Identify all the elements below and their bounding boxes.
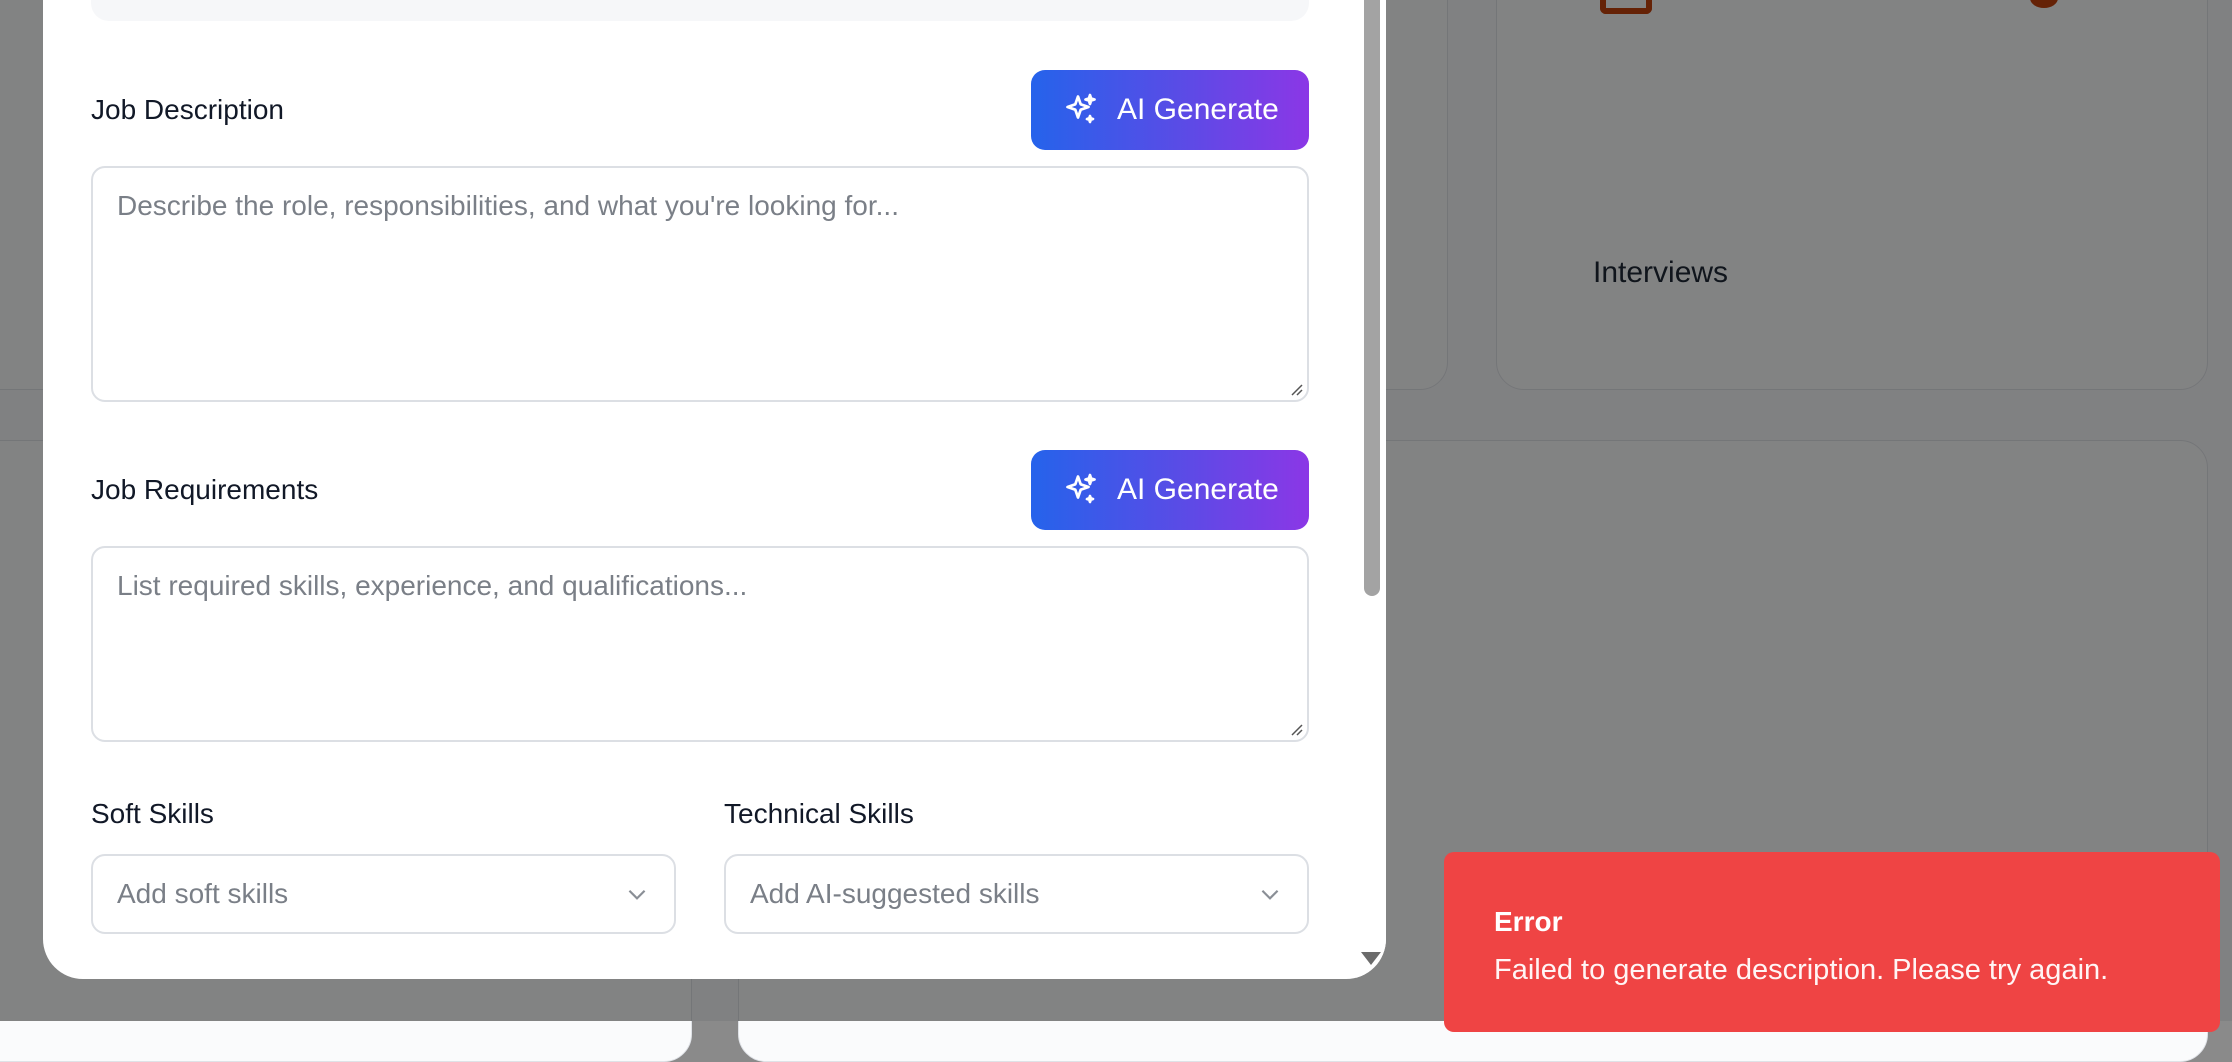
sparkles-icon (1066, 473, 1096, 504)
job-requirements-textarea[interactable]: List required skills, experience, and qu… (91, 546, 1309, 742)
scrollbar-thumb[interactable] (1364, 0, 1380, 596)
modal-scrollbar[interactable] (1356, 0, 1386, 979)
technical-skills-placeholder: Add AI-suggested skills (750, 878, 1040, 909)
technical-skills-select[interactable]: Add AI-suggested skills (724, 854, 1309, 934)
ai-generate-label: AI Generate (1117, 93, 1279, 126)
soft-skills-select[interactable]: Add soft skills (91, 854, 676, 934)
scroll-down-arrow-icon[interactable] (1361, 952, 1381, 965)
ai-generate-label: AI Generate (1117, 473, 1279, 506)
job-description-label: Job Description (91, 94, 284, 125)
error-toast: Error Failed to generate description. Pl… (1444, 852, 2220, 1032)
chevron-down-icon (1261, 889, 1279, 900)
resize-grip-icon[interactable] (1287, 720, 1303, 736)
job-description-placeholder: Describe the role, responsibilities, and… (117, 190, 899, 221)
resize-grip-icon[interactable] (1287, 380, 1303, 396)
job-requirements-placeholder: List required skills, experience, and qu… (117, 570, 748, 601)
sparkles-icon (1066, 93, 1096, 124)
job-description-textarea[interactable]: Describe the role, responsibilities, and… (91, 166, 1309, 402)
toast-title: Error (1494, 906, 1563, 937)
chevron-down-icon (628, 889, 646, 900)
job-description-ai-generate-button[interactable]: AI Generate (1031, 70, 1309, 150)
job-requirements-label: Job Requirements (91, 474, 319, 505)
technical-skills-label: Technical Skills (724, 798, 914, 829)
soft-skills-label: Soft Skills (91, 798, 214, 829)
previous-field[interactable] (91, 0, 1309, 21)
job-requirements-ai-generate-button[interactable]: AI Generate (1031, 450, 1309, 530)
create-job-modal: Job Description AI Generate Describe the… (43, 0, 1386, 979)
soft-skills-placeholder: Add soft skills (117, 878, 289, 909)
toast-message: Failed to generate description. Please t… (1494, 954, 2109, 986)
